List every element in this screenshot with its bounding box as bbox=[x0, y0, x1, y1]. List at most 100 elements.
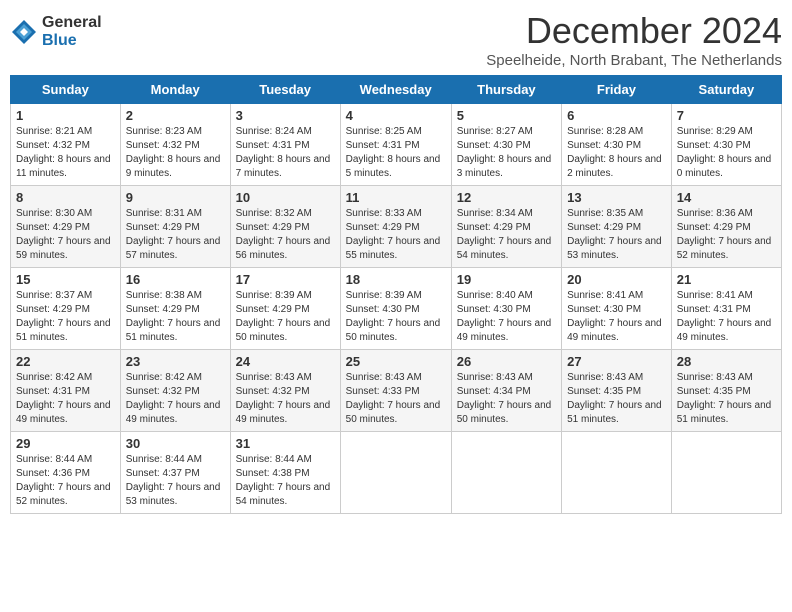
logo-blue-text: Blue bbox=[42, 32, 102, 50]
weekday-header-sunday: Sunday bbox=[11, 76, 121, 104]
day-info: Sunrise: 8:43 AMSunset: 4:35 PMDaylight:… bbox=[677, 372, 772, 425]
day-number: 2 bbox=[126, 108, 225, 123]
day-number: 30 bbox=[126, 436, 225, 451]
day-cell: 18 Sunrise: 8:39 AMSunset: 4:30 PMDaylig… bbox=[340, 268, 451, 350]
day-cell: 7 Sunrise: 8:29 AMSunset: 4:30 PMDayligh… bbox=[671, 104, 781, 186]
logo-text: General Blue bbox=[42, 14, 102, 49]
day-number: 6 bbox=[567, 108, 666, 123]
day-info: Sunrise: 8:32 AMSunset: 4:29 PMDaylight:… bbox=[236, 208, 331, 261]
weekday-header-row: SundayMondayTuesdayWednesdayThursdayFrid… bbox=[11, 76, 782, 104]
day-info: Sunrise: 8:43 AMSunset: 4:35 PMDaylight:… bbox=[567, 372, 662, 425]
logo-general-text: General bbox=[42, 14, 102, 32]
day-cell: 25 Sunrise: 8:43 AMSunset: 4:33 PMDaylig… bbox=[340, 350, 451, 432]
day-number: 20 bbox=[567, 272, 666, 287]
weekday-header-tuesday: Tuesday bbox=[230, 76, 340, 104]
day-cell: 27 Sunrise: 8:43 AMSunset: 4:35 PMDaylig… bbox=[562, 350, 672, 432]
day-cell: 11 Sunrise: 8:33 AMSunset: 4:29 PMDaylig… bbox=[340, 186, 451, 268]
day-number: 5 bbox=[457, 108, 556, 123]
day-cell: 2 Sunrise: 8:23 AMSunset: 4:32 PMDayligh… bbox=[120, 104, 230, 186]
day-info: Sunrise: 8:44 AMSunset: 4:36 PMDaylight:… bbox=[16, 454, 111, 507]
day-number: 18 bbox=[346, 272, 446, 287]
day-info: Sunrise: 8:43 AMSunset: 4:33 PMDaylight:… bbox=[346, 372, 441, 425]
day-cell: 1 Sunrise: 8:21 AMSunset: 4:32 PMDayligh… bbox=[11, 104, 121, 186]
day-info: Sunrise: 8:43 AMSunset: 4:32 PMDaylight:… bbox=[236, 372, 331, 425]
day-cell: 14 Sunrise: 8:36 AMSunset: 4:29 PMDaylig… bbox=[671, 186, 781, 268]
week-row-1: 1 Sunrise: 8:21 AMSunset: 4:32 PMDayligh… bbox=[11, 104, 782, 186]
day-number: 12 bbox=[457, 190, 556, 205]
day-cell bbox=[671, 432, 781, 514]
day-info: Sunrise: 8:42 AMSunset: 4:32 PMDaylight:… bbox=[126, 372, 221, 425]
day-info: Sunrise: 8:34 AMSunset: 4:29 PMDaylight:… bbox=[457, 208, 552, 261]
day-cell: 30 Sunrise: 8:44 AMSunset: 4:37 PMDaylig… bbox=[120, 432, 230, 514]
day-cell: 10 Sunrise: 8:32 AMSunset: 4:29 PMDaylig… bbox=[230, 186, 340, 268]
day-number: 17 bbox=[236, 272, 335, 287]
day-number: 31 bbox=[236, 436, 335, 451]
day-number: 23 bbox=[126, 354, 225, 369]
day-cell: 24 Sunrise: 8:43 AMSunset: 4:32 PMDaylig… bbox=[230, 350, 340, 432]
day-info: Sunrise: 8:37 AMSunset: 4:29 PMDaylight:… bbox=[16, 290, 111, 343]
day-info: Sunrise: 8:40 AMSunset: 4:30 PMDaylight:… bbox=[457, 290, 552, 343]
day-number: 24 bbox=[236, 354, 335, 369]
day-info: Sunrise: 8:24 AMSunset: 4:31 PMDaylight:… bbox=[236, 126, 331, 179]
week-row-4: 22 Sunrise: 8:42 AMSunset: 4:31 PMDaylig… bbox=[11, 350, 782, 432]
day-cell: 6 Sunrise: 8:28 AMSunset: 4:30 PMDayligh… bbox=[562, 104, 672, 186]
day-info: Sunrise: 8:42 AMSunset: 4:31 PMDaylight:… bbox=[16, 372, 111, 425]
day-number: 29 bbox=[16, 436, 115, 451]
day-info: Sunrise: 8:33 AMSunset: 4:29 PMDaylight:… bbox=[346, 208, 441, 261]
day-cell bbox=[451, 432, 561, 514]
day-number: 1 bbox=[16, 108, 115, 123]
day-info: Sunrise: 8:44 AMSunset: 4:38 PMDaylight:… bbox=[236, 454, 331, 507]
day-cell: 17 Sunrise: 8:39 AMSunset: 4:29 PMDaylig… bbox=[230, 268, 340, 350]
calendar-table: SundayMondayTuesdayWednesdayThursdayFrid… bbox=[10, 75, 782, 514]
day-number: 4 bbox=[346, 108, 446, 123]
day-info: Sunrise: 8:38 AMSunset: 4:29 PMDaylight:… bbox=[126, 290, 221, 343]
day-number: 15 bbox=[16, 272, 115, 287]
day-cell: 31 Sunrise: 8:44 AMSunset: 4:38 PMDaylig… bbox=[230, 432, 340, 514]
logo: General Blue bbox=[10, 14, 102, 49]
week-row-2: 8 Sunrise: 8:30 AMSunset: 4:29 PMDayligh… bbox=[11, 186, 782, 268]
day-number: 16 bbox=[126, 272, 225, 287]
day-cell: 4 Sunrise: 8:25 AMSunset: 4:31 PMDayligh… bbox=[340, 104, 451, 186]
day-number: 26 bbox=[457, 354, 556, 369]
day-info: Sunrise: 8:44 AMSunset: 4:37 PMDaylight:… bbox=[126, 454, 221, 507]
day-number: 13 bbox=[567, 190, 666, 205]
day-number: 28 bbox=[677, 354, 776, 369]
day-cell: 19 Sunrise: 8:40 AMSunset: 4:30 PMDaylig… bbox=[451, 268, 561, 350]
day-info: Sunrise: 8:28 AMSunset: 4:30 PMDaylight:… bbox=[567, 126, 662, 179]
weekday-header-wednesday: Wednesday bbox=[340, 76, 451, 104]
weekday-header-thursday: Thursday bbox=[451, 76, 561, 104]
day-cell: 16 Sunrise: 8:38 AMSunset: 4:29 PMDaylig… bbox=[120, 268, 230, 350]
day-info: Sunrise: 8:35 AMSunset: 4:29 PMDaylight:… bbox=[567, 208, 662, 261]
day-info: Sunrise: 8:39 AMSunset: 4:29 PMDaylight:… bbox=[236, 290, 331, 343]
day-info: Sunrise: 8:29 AMSunset: 4:30 PMDaylight:… bbox=[677, 126, 772, 179]
day-number: 27 bbox=[567, 354, 666, 369]
day-cell: 28 Sunrise: 8:43 AMSunset: 4:35 PMDaylig… bbox=[671, 350, 781, 432]
day-cell: 9 Sunrise: 8:31 AMSunset: 4:29 PMDayligh… bbox=[120, 186, 230, 268]
day-number: 14 bbox=[677, 190, 776, 205]
day-number: 19 bbox=[457, 272, 556, 287]
day-info: Sunrise: 8:21 AMSunset: 4:32 PMDaylight:… bbox=[16, 126, 111, 179]
day-info: Sunrise: 8:25 AMSunset: 4:31 PMDaylight:… bbox=[346, 126, 441, 179]
day-number: 22 bbox=[16, 354, 115, 369]
day-number: 11 bbox=[346, 190, 446, 205]
logo-icon bbox=[10, 18, 38, 46]
week-row-3: 15 Sunrise: 8:37 AMSunset: 4:29 PMDaylig… bbox=[11, 268, 782, 350]
day-cell: 12 Sunrise: 8:34 AMSunset: 4:29 PMDaylig… bbox=[451, 186, 561, 268]
day-cell: 22 Sunrise: 8:42 AMSunset: 4:31 PMDaylig… bbox=[11, 350, 121, 432]
day-number: 25 bbox=[346, 354, 446, 369]
day-cell: 8 Sunrise: 8:30 AMSunset: 4:29 PMDayligh… bbox=[11, 186, 121, 268]
day-info: Sunrise: 8:41 AMSunset: 4:30 PMDaylight:… bbox=[567, 290, 662, 343]
day-cell bbox=[340, 432, 451, 514]
day-cell: 5 Sunrise: 8:27 AMSunset: 4:30 PMDayligh… bbox=[451, 104, 561, 186]
day-cell: 13 Sunrise: 8:35 AMSunset: 4:29 PMDaylig… bbox=[562, 186, 672, 268]
day-info: Sunrise: 8:31 AMSunset: 4:29 PMDaylight:… bbox=[126, 208, 221, 261]
weekday-header-monday: Monday bbox=[120, 76, 230, 104]
day-number: 7 bbox=[677, 108, 776, 123]
day-number: 9 bbox=[126, 190, 225, 205]
day-cell bbox=[562, 432, 672, 514]
location-subtitle: Speelheide, North Brabant, The Netherlan… bbox=[486, 52, 782, 69]
week-row-5: 29 Sunrise: 8:44 AMSunset: 4:36 PMDaylig… bbox=[11, 432, 782, 514]
header: General Blue December 2024 Speelheide, N… bbox=[10, 10, 782, 69]
weekday-header-saturday: Saturday bbox=[671, 76, 781, 104]
day-info: Sunrise: 8:39 AMSunset: 4:30 PMDaylight:… bbox=[346, 290, 441, 343]
